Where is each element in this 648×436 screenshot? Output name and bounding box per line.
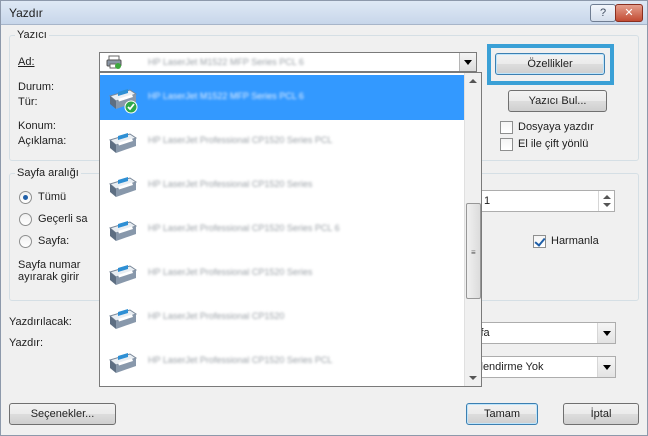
copies-value: 1 [484, 195, 491, 207]
print-what-label: Yazdırılacak: [9, 316, 72, 328]
range-hint-line1: Sayfa numar [18, 259, 81, 271]
range-current-radio[interactable] [19, 213, 32, 226]
printer-location-label: Konum: [18, 120, 56, 132]
dropdown-scrollbar[interactable]: ≡ [464, 73, 481, 386]
range-hint-line2: ayırarak girir [18, 271, 80, 283]
spin-up-icon[interactable] [603, 195, 611, 199]
range-pages-label: Sayfa: [38, 235, 70, 247]
printer-comment-label: Açıklama: [18, 135, 67, 147]
title-bar: Yazdır ? ✕ [1, 1, 647, 25]
printer-name-label: Ad: [18, 56, 35, 68]
range-pages-radio[interactable] [19, 235, 32, 248]
printer-group-legend: Yazıcı [15, 29, 49, 41]
printer-list-item-name: HP LaserJet Professional CP1520 Series P… [148, 135, 333, 145]
printer-list-item-name: HP LaserJet Professional CP1520 [148, 311, 285, 321]
close-button[interactable]: ✕ [615, 4, 643, 22]
manual-duplex-label: El ile çift yönlü [518, 138, 589, 150]
range-all-radio[interactable] [19, 191, 32, 204]
manual-duplex-checkbox[interactable] [500, 138, 513, 151]
printer-icon [108, 309, 138, 329]
printer-list-item[interactable]: HP LaserJet Professional CP1520 Series P… [100, 119, 464, 164]
printer-icon [106, 55, 122, 69]
scroll-up-icon[interactable] [469, 79, 477, 83]
print-label: Yazdır: [9, 337, 44, 349]
spin-down-icon[interactable] [603, 203, 611, 207]
cancel-button[interactable]: İptal [563, 403, 639, 425]
collate-label: Harmanla [551, 235, 599, 247]
find-printer-button[interactable]: Yazıcı Bul... [508, 90, 607, 112]
printer-list-item[interactable]: HP LaserJet Professional CP1520 Series P… [100, 207, 464, 252]
chevron-down-icon[interactable] [597, 323, 615, 343]
collate-checkbox[interactable] [533, 235, 546, 248]
ok-button[interactable]: Tamam [466, 403, 538, 425]
print-to-file-checkbox[interactable] [500, 121, 513, 134]
printer-type-label: Tür: [18, 96, 38, 108]
printer-default-check-icon [108, 89, 138, 114]
printer-list-item-name: HP LaserJet Professional CP1520 Series [148, 267, 313, 277]
printer-icon [108, 133, 138, 153]
print-to-file-label: Dosyaya yazdır [518, 121, 594, 133]
printer-list-item-name: HP LaserJet Professional CP1520 Series [148, 179, 313, 189]
chevron-down-icon[interactable] [597, 357, 615, 377]
printer-list-item-name: HP LaserJet Professional CP1520 Series P… [148, 223, 340, 233]
printer-icon [108, 177, 138, 197]
scaling-select[interactable]: klendirme Yok [471, 356, 616, 378]
range-all-label: Tümü [38, 191, 67, 203]
printer-icon [108, 353, 138, 373]
properties-button[interactable]: Özellikler [495, 53, 605, 75]
scaling-value: klendirme Yok [475, 361, 544, 373]
printer-icon [108, 265, 138, 285]
copies-spinner[interactable]: 1 [479, 190, 615, 212]
printer-list-item-name: HP LaserJet Professional CP1520 Series P… [148, 355, 333, 365]
printer-list-item[interactable]: HP LaserJet Professional CP1520 Series P… [100, 339, 464, 384]
printer-list-item[interactable]: HP LaserJet M1522 MFP Series PCL 6 [100, 75, 464, 120]
printer-status-label: Durum: [18, 81, 55, 93]
scroll-thumb[interactable]: ≡ [466, 203, 481, 299]
printer-list-item-name: HP LaserJet M1522 MFP Series PCL 6 [148, 91, 304, 101]
print-option-select[interactable]: yfa [471, 322, 616, 344]
range-current-label: Geçerli sa [38, 213, 88, 225]
printer-dropdown-list[interactable]: HP LaserJet M1522 MFP Series PCL 6 HP Las… [99, 72, 482, 387]
printer-icon [108, 221, 138, 241]
print-dialog: Yazdır ? ✕ Yazıcı Ad: Durum: Tür: Konum:… [0, 0, 648, 436]
help-button[interactable]: ? [590, 4, 616, 22]
dialog-title: Yazdır [9, 6, 43, 20]
copies-spin-arrows[interactable] [598, 191, 614, 211]
printer-list-item[interactable]: HP LaserJet Professional CP1520 [100, 295, 464, 340]
chevron-down-icon[interactable] [459, 53, 476, 71]
scroll-down-icon[interactable] [469, 376, 477, 380]
printer-list-item[interactable]: HP LaserJet Professional CP1520 Series [100, 251, 464, 296]
page-range-legend: Sayfa aralığı [15, 167, 81, 179]
printer-name-value: HP LaserJet M1522 MFP Series PCL 6 [148, 57, 304, 67]
options-button[interactable]: Seçenekler... [9, 403, 116, 425]
printer-list-item[interactable]: HP LaserJet Professional CP1520 Series [100, 163, 464, 208]
printer-name-combo[interactable]: HP LaserJet M1522 MFP Series PCL 6 [99, 52, 477, 72]
